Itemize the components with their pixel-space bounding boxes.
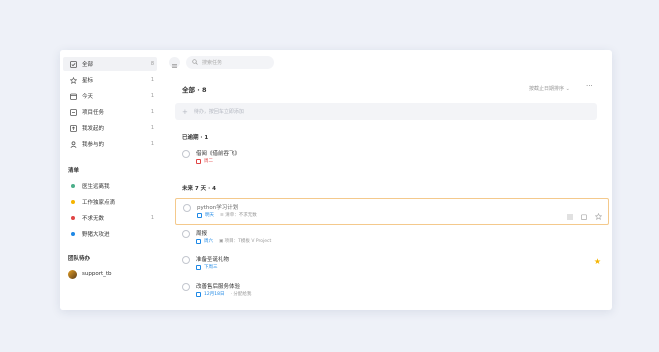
task-meta: 下周三 [196, 264, 218, 270]
task-item[interactable]: 借阅《借前吞飞》 周二 [175, 148, 607, 170]
sidebar-item-project-tasks[interactable]: 项目任务 1 [63, 105, 157, 119]
task-due-date: 周六 [204, 239, 213, 244]
calendar-icon [197, 212, 202, 218]
task-meta: 12月18日 · 分配给我 [196, 291, 251, 297]
calendar-icon [196, 158, 201, 164]
task-due-date: 明天 [205, 213, 214, 218]
list-label: 工作独家点滴 [82, 200, 116, 206]
team-heading: 团队待办 [68, 256, 91, 262]
star-outline-icon[interactable] [594, 205, 603, 224]
task-title: 改善售后服务体验 [196, 284, 241, 290]
team-label: support_tb [82, 271, 112, 277]
task-item[interactable]: 准备圣诞礼物 下周三 ★ [175, 254, 607, 276]
task-checkbox[interactable] [182, 230, 190, 238]
sidebar-item-starred[interactable]: 星标 1 [63, 73, 157, 87]
task-meta: 明天 ≡ 清单：不求无数 [197, 212, 257, 218]
sidebar-item-all[interactable]: 全部 8 [63, 57, 157, 71]
sidebar-item-label: 全部 [82, 62, 94, 68]
person-icon [68, 139, 78, 149]
sidebar-item-count: 8 [150, 61, 154, 67]
list-label: 不求无数 [82, 216, 105, 222]
menu-toggle-button[interactable] [169, 57, 180, 68]
task-title: 准备圣诞礼物 [196, 257, 230, 263]
calendar-icon [196, 291, 201, 297]
sidebar-item-count: 1 [150, 141, 154, 147]
search-placeholder: 搜索任务 [202, 60, 223, 66]
checkbox-icon [68, 59, 78, 69]
list-count: 1 [150, 215, 154, 221]
list-color-dot [71, 216, 75, 220]
task-meta: 周二 [196, 158, 213, 164]
task-title: 周报 [196, 231, 208, 237]
sidebar-item-count: 1 [150, 77, 154, 83]
task-item[interactable]: 周报 周六 ▣ 项目：T模板 V Project [175, 228, 607, 250]
sidebar-item-label: 我发起的 [82, 126, 105, 132]
sidebar-item-participating[interactable]: 我参与的 1 [63, 137, 157, 151]
list-color-dot [71, 184, 75, 188]
list-item[interactable]: 工作独家点滴 [63, 195, 157, 209]
list-color-dot [71, 232, 75, 236]
star-outline-icon [68, 75, 78, 85]
search-input[interactable]: 搜索任务 [186, 56, 274, 69]
add-task-placeholder: 待办，按回车立即添加 [193, 109, 244, 115]
list-label: 医生远离我 [82, 184, 110, 190]
list-color-dot [71, 200, 75, 204]
team-item[interactable]: support_tb [63, 267, 157, 281]
task-due-date: 下周三 [204, 265, 218, 270]
list-item[interactable]: 医生远离我 [63, 179, 157, 193]
task-due-date: 12月18日 [204, 292, 225, 297]
plus-icon: + [182, 107, 188, 116]
main-panel: 搜索任务 全部 · 8 按截止日期排序 ⌄ ··· + 待办，按回车立即添加 已… [161, 50, 612, 310]
task-list-info: ≡ 清单：不求无数 [220, 213, 257, 218]
task-title: python学习计划 [197, 205, 239, 211]
list-item[interactable]: 不求无数 1 [63, 211, 157, 225]
lists-heading: 清单 [68, 168, 80, 174]
calendar-icon [196, 238, 201, 244]
section-next-7-days: 未来 7 天 · 4 [182, 186, 216, 192]
app-window: 全部 8 星标 1 今天 1 项目任务 1 我发起的 1 我参与的 1 清单 医… [60, 50, 612, 310]
sidebar-item-count: 1 [150, 109, 154, 115]
sidebar-item-count: 1 [150, 93, 154, 99]
avatar [68, 269, 77, 279]
menu-icon [172, 53, 177, 72]
task-actions [567, 205, 603, 224]
project-icon [68, 107, 78, 117]
task-item[interactable]: 改善售后服务体验 12月18日 · 分配给我 [175, 281, 607, 303]
sidebar-item-label: 项目任务 [82, 110, 105, 116]
list-label: 野猪大攻进 [82, 232, 110, 238]
page-title: 全部 · 8 [182, 86, 207, 94]
task-meta: 周六 ▣ 项目：T模板 V Project [196, 238, 271, 244]
sidebar-item-label: 今天 [82, 94, 94, 100]
add-task-input[interactable]: + 待办，按回车立即添加 [175, 103, 597, 120]
search-icon [186, 58, 202, 67]
task-checkbox[interactable] [182, 283, 190, 291]
task-checkbox[interactable] [182, 150, 190, 158]
subtask-icon[interactable] [567, 205, 573, 224]
calendar-icon [196, 264, 201, 270]
sidebar: 全部 8 星标 1 今天 1 项目任务 1 我发起的 1 我参与的 1 清单 医… [60, 50, 161, 310]
task-assignee-info: · 分配给我 [230, 292, 252, 297]
list-item[interactable]: 野猪大攻进 [63, 227, 157, 241]
task-title: 借阅《借前吞飞》 [196, 151, 241, 157]
task-project-info: ▣ 项目：T模板 V Project [219, 239, 272, 244]
sidebar-item-label: 星标 [82, 78, 94, 84]
task-checkbox[interactable] [183, 204, 191, 212]
sidebar-item-created-by-me[interactable]: 我发起的 1 [63, 121, 157, 135]
sidebar-item-count: 1 [150, 125, 154, 131]
calendar-icon[interactable] [581, 205, 587, 224]
star-filled-icon[interactable]: ★ [594, 257, 601, 266]
task-item-highlighted[interactable]: python学习计划 明天 ≡ 清单：不求无数 [175, 198, 609, 225]
calendar-today-icon [68, 91, 78, 101]
sort-dropdown[interactable]: 按截止日期排序 ⌄ [529, 85, 570, 92]
task-due-date: 周二 [204, 159, 213, 164]
more-options-button[interactable]: ··· [586, 82, 593, 90]
section-overdue: 已逾期 · 1 [182, 135, 209, 141]
sidebar-item-today[interactable]: 今天 1 [63, 89, 157, 103]
sent-icon [68, 123, 78, 133]
sidebar-item-label: 我参与的 [82, 142, 105, 148]
task-checkbox[interactable] [182, 256, 190, 264]
